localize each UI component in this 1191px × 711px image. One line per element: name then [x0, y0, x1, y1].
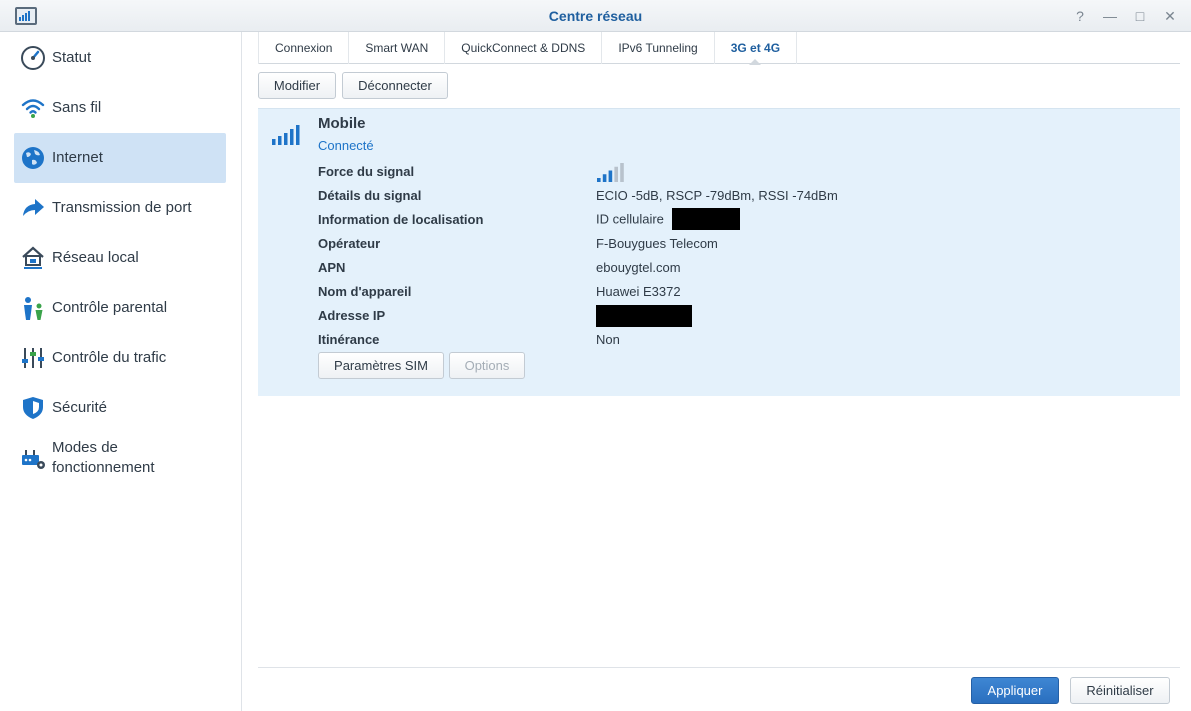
redacted-cell-id	[671, 208, 740, 230]
apn-value: ebouygtel.com	[596, 260, 681, 275]
close-button[interactable]: ✕	[1159, 6, 1181, 26]
signal-bar	[614, 166, 618, 182]
sidebar-item-internet[interactable]: Internet	[14, 133, 226, 183]
signal-details-value: ECIO -5dB, RSCP -79dBm, RSSI -74dBm	[596, 188, 838, 203]
shield-icon	[23, 397, 43, 419]
apn-label: APN	[318, 260, 346, 275]
redacted-ip-address	[596, 305, 692, 327]
panel-title: Mobile	[318, 115, 366, 132]
signal-details-label: Détails du signal	[318, 188, 422, 203]
sidebar-item-sans-fil[interactable]: Sans fil	[14, 83, 226, 133]
location-value: ID cellulaire	[596, 208, 740, 230]
signal-bar	[620, 163, 624, 182]
ip-address-label: Adresse IP	[318, 308, 386, 323]
footer-divider	[258, 667, 1180, 668]
sidebar-item-reseau-local[interactable]: Réseau local	[14, 233, 226, 283]
signal-strength-meter	[597, 163, 624, 182]
reset-button[interactable]: Réinitialiser	[1070, 677, 1170, 704]
tab-quickconnect-ddns[interactable]: QuickConnect & DDNS	[445, 32, 603, 64]
sidebar-item-label-line2: fonctionnement	[52, 459, 155, 476]
speedometer-icon	[21, 46, 45, 70]
tab-smart-wan[interactable]: Smart WAN	[349, 32, 446, 64]
device-name-label: Nom d'appareil	[318, 284, 412, 299]
sim-settings-button[interactable]: Paramètres SIM	[318, 352, 444, 379]
signal-bar	[602, 174, 607, 182]
help-button[interactable]: ?	[1069, 6, 1091, 26]
signal-bar	[608, 170, 613, 182]
sidebar-item-label: Sans fil	[52, 99, 102, 116]
roaming-label: Itinérance	[318, 332, 380, 347]
sidebar-item-statut[interactable]: Statut	[14, 33, 226, 83]
operator-label: Opérateur	[318, 236, 381, 251]
signal-bar	[597, 178, 601, 182]
modify-button[interactable]: Modifier	[258, 72, 336, 99]
options-button[interactable]: Options	[449, 352, 525, 379]
roaming-value: Non	[596, 332, 620, 347]
sidebar-item-label: Sécurité	[52, 399, 108, 416]
mobile-connection-panel: Mobile Connecté Force du signal Détails …	[258, 108, 1180, 396]
cell-id-label: ID cellulaire	[596, 211, 664, 227]
sidebar-item-label-line1: Modes de	[52, 439, 118, 456]
signal-strength-label: Force du signal	[318, 164, 415, 179]
device-name-value: Huawei E3372	[596, 284, 681, 299]
disconnect-button[interactable]: Déconnecter	[342, 72, 448, 99]
sidebar-item-label: Réseau local	[52, 249, 139, 266]
maximize-button[interactable]: □	[1129, 6, 1151, 26]
sidebar-item-transmission-de-port[interactable]: Transmission de port	[14, 183, 226, 233]
operator-value: F-Bouygues Telecom	[596, 236, 718, 251]
sidebar: Statut Sans fil Internet Transmission de…	[0, 32, 242, 711]
window-title: Centre réseau	[548, 8, 643, 24]
sidebar-item-label: Contrôle parental	[52, 299, 168, 316]
tab-ipv6-tunneling[interactable]: IPv6 Tunneling	[602, 32, 715, 64]
connection-status: Connecté	[318, 138, 374, 153]
ip-address-value	[596, 305, 692, 327]
sliders-icon	[22, 348, 44, 368]
tab-3g-4g[interactable]: 3G et 4G	[715, 32, 798, 65]
wifi-icon	[21, 99, 45, 118]
sidebar-item-label: Statut	[52, 49, 92, 66]
signal-bars-icon	[272, 125, 300, 145]
sidebar-item-controle-parental[interactable]: Contrôle parental	[14, 283, 226, 333]
sidebar-item-controle-du-trafic[interactable]: Contrôle du trafic	[14, 333, 226, 383]
home-network-icon	[22, 246, 44, 269]
sidebar-item-securite[interactable]: Sécurité	[14, 383, 226, 433]
apply-button[interactable]: Appliquer	[971, 677, 1059, 704]
sidebar-item-label: Transmission de port	[52, 199, 192, 216]
sidebar-item-label: Modes de fonctionnement	[52, 438, 155, 478]
router-gear-icon	[22, 450, 45, 469]
forward-arrow-icon	[23, 199, 44, 216]
tab-bar: Connexion Smart WAN QuickConnect & DDNS …	[258, 32, 1180, 65]
location-label: Information de localisation	[318, 212, 484, 227]
sidebar-item-label: Contrôle du trafic	[52, 349, 167, 366]
sidebar-item-modes-de-fonctionnement[interactable]: Modes de fonctionnement	[14, 433, 226, 483]
sidebar-item-label: Internet	[52, 149, 103, 166]
parent-child-icon	[24, 297, 43, 320]
title-bar: Centre réseau ? — □ ✕	[0, 0, 1191, 32]
tab-connexion[interactable]: Connexion	[258, 32, 350, 64]
minimize-button[interactable]: —	[1099, 6, 1121, 26]
globe-icon	[22, 147, 44, 169]
